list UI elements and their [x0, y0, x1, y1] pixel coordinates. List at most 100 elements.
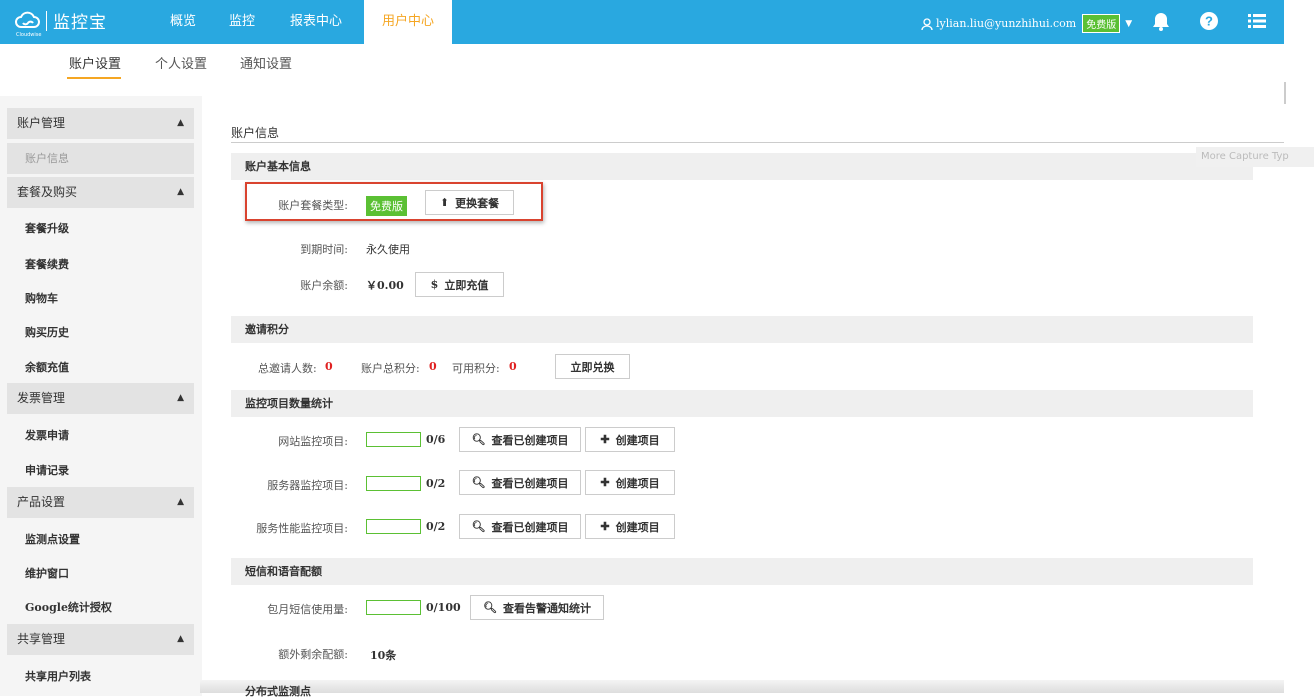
tab-personal-settings[interactable]: 个人设置	[155, 53, 207, 72]
button-label: 创建项目	[615, 433, 660, 447]
section-title: 邀请积分	[245, 323, 289, 336]
expire-value: 永久使用	[366, 243, 410, 256]
title-divider	[231, 142, 1284, 143]
sidebar-group-account[interactable]: 账户管理 ▲	[7, 108, 194, 139]
extra-quota-label: 额外剩余配额:	[278, 648, 348, 661]
button-label: 查看告警通知统计	[502, 601, 591, 615]
nav-monitor[interactable]: 监控	[222, 0, 262, 44]
recharge-button[interactable]: $ 立即充值	[415, 272, 504, 297]
sms-quota-count: 0/100	[426, 601, 461, 614]
quota-progress-bar	[366, 519, 421, 534]
help-icon[interactable]: ?	[1198, 10, 1220, 32]
sms-monthly-label: 包月短信使用量:	[267, 603, 348, 616]
sidebar-group-sharing[interactable]: 共享管理 ▲	[7, 624, 194, 655]
section-header-invite: 邀请积分	[231, 316, 1253, 343]
view-created-button[interactable]: 🔍︎ 查看已创建项目	[459, 514, 581, 539]
bell-icon[interactable]	[1150, 10, 1172, 32]
search-icon: 🔍︎	[471, 520, 486, 533]
user-email: lylian.liu@yunzhihui.com	[936, 17, 1077, 30]
invited-count-value: 0	[325, 360, 333, 373]
view-alert-stats-button[interactable]: 🔍︎ 查看告警通知统计	[470, 595, 604, 620]
scrollbar-thumb[interactable]	[1284, 82, 1286, 104]
chevron-up-icon: ▲	[177, 497, 184, 507]
sidebar-group-product[interactable]: 产品设置 ▲	[7, 487, 194, 518]
balance-value: ￥0.00	[366, 279, 404, 292]
sidebar-item-cart[interactable]: 购物车	[25, 290, 58, 306]
sidebar-item-account-info[interactable]: 账户信息	[7, 143, 194, 174]
button-label: 查看已创建项目	[491, 520, 569, 534]
nav-reports[interactable]: 报表中心	[282, 0, 350, 44]
user-icon	[921, 17, 933, 30]
sidebar-group-label: 共享管理	[17, 632, 66, 646]
monitor-row-label: 网站监控项目:	[278, 435, 348, 448]
button-label: 立即充值	[444, 278, 489, 292]
sidebar-group-plan[interactable]: 套餐及购买 ▲	[7, 177, 194, 208]
section-header-basic: 账户基本信息	[231, 153, 1253, 180]
extra-quota-value: 10条	[370, 649, 397, 662]
sidebar-group-label: 套餐及购买	[17, 185, 78, 199]
section-header-monitor: 监控项目数量统计	[231, 390, 1253, 417]
create-project-button[interactable]: ✚ 创建项目	[585, 427, 675, 452]
bottom-fade	[200, 680, 1284, 693]
sidebar-item-invoice-apply[interactable]: 发票申请	[25, 427, 69, 443]
monitor-row-label: 服务器监控项目:	[267, 479, 348, 492]
search-icon: 🔍︎	[471, 433, 486, 446]
section-header-sms: 短信和语音配额	[231, 558, 1253, 585]
nav-overview[interactable]: 概览	[163, 0, 203, 44]
tab-notification-settings[interactable]: 通知设置	[240, 53, 292, 72]
button-label: 创建项目	[615, 520, 660, 534]
brand-name: 监控宝	[53, 13, 107, 33]
button-label: 创建项目	[615, 476, 660, 490]
dollar-icon: $	[430, 278, 439, 291]
search-icon: 🔍︎	[471, 476, 486, 489]
sidebar-group-label: 发票管理	[17, 391, 66, 405]
active-tab-underline	[67, 77, 121, 79]
nav-user-center[interactable]: 用户中心	[364, 0, 452, 44]
sidebar-group-invoice[interactable]: 发票管理 ▲	[7, 383, 194, 414]
highlight-box	[245, 182, 543, 221]
section-title: 账户基本信息	[245, 160, 311, 173]
chevron-down-icon: ▼	[1125, 18, 1133, 29]
plus-icon: ✚	[600, 433, 610, 446]
sidebar-item-renew[interactable]: 套餐续费	[25, 256, 69, 272]
create-project-button[interactable]: ✚ 创建项目	[585, 514, 675, 539]
cloud-logo-icon	[15, 11, 40, 28]
sidebar-item-google-auth[interactable]: Google统计授权	[25, 599, 112, 615]
total-points-label: 账户总积分:	[361, 362, 420, 375]
balance-label: 账户余额:	[300, 279, 348, 292]
brand-sub: Cloudwise	[16, 32, 42, 38]
plus-icon: ✚	[600, 476, 610, 489]
sidebar-item-upgrade[interactable]: 套餐升级	[25, 220, 69, 236]
menu-list-icon[interactable]	[1246, 10, 1268, 32]
scrollbar[interactable]	[1284, 0, 1314, 693]
view-created-button[interactable]: 🔍︎ 查看已创建项目	[459, 470, 581, 495]
logo[interactable]: 监控宝 Cloudwise	[14, 8, 107, 38]
quota-progress-bar	[366, 432, 421, 447]
capture-hint: More Capture Typ	[1196, 147, 1314, 167]
chevron-up-icon: ▲	[177, 187, 184, 197]
quota-count: 0/2	[426, 520, 446, 533]
chevron-up-icon: ▲	[177, 118, 184, 128]
sidebar-group-label: 产品设置	[17, 495, 66, 509]
sidebar-item-maintenance-window[interactable]: 维护窗口	[25, 565, 69, 581]
search-icon: 🔍︎	[483, 601, 497, 614]
sidebar-item-apply-records[interactable]: 申请记录	[25, 462, 69, 478]
sidebar-group-label: 账户管理	[17, 116, 66, 130]
sidebar-item-purchase-history[interactable]: 购买历史	[25, 324, 69, 340]
tab-account-settings[interactable]: 账户设置	[69, 53, 121, 72]
monitor-row-label: 服务性能监控项目:	[256, 522, 348, 535]
sidebar: 账户管理 ▲ 账户信息 套餐及购买 ▲ 套餐升级 套餐续费 购物车 购买历史 余额充…	[0, 96, 202, 696]
sidebar-item-recharge[interactable]: 余额充值	[25, 359, 69, 375]
create-project-button[interactable]: ✚ 创建项目	[585, 470, 675, 495]
chevron-up-icon: ▲	[177, 393, 184, 403]
top-navbar: 监控宝 Cloudwise 概览 监控 报表中心 用户中心 lylian.liu…	[0, 0, 1284, 44]
available-points-label: 可用积分:	[452, 362, 500, 375]
redeem-button[interactable]: 立即兑换	[555, 354, 630, 379]
user-menu[interactable]: lylian.liu@yunzhihui.com 免费版 ▼	[921, 14, 1132, 33]
quota-progress-bar	[366, 476, 421, 491]
view-created-button[interactable]: 🔍︎ 查看已创建项目	[459, 427, 581, 452]
section-title: 短信和语音配额	[245, 565, 322, 578]
button-label: 查看已创建项目	[491, 433, 569, 447]
sidebar-item-monitor-points[interactable]: 监测点设置	[25, 531, 80, 547]
sidebar-item-shared-users[interactable]: 共享用户列表	[25, 668, 91, 684]
